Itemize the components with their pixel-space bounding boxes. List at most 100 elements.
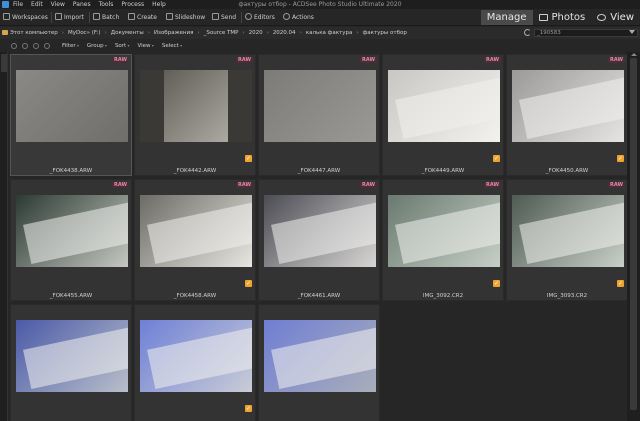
file-name: _FOK4442.ARW bbox=[173, 168, 217, 174]
tagged-checkbox[interactable]: ✓ bbox=[617, 155, 624, 162]
breadcrumb-item[interactable]: фактуры отбор bbox=[363, 27, 407, 39]
breadcrumb-item[interactable]: Этот компьютер bbox=[10, 27, 58, 39]
slideshow-label: Slideshow bbox=[175, 14, 206, 21]
breadcrumb-item[interactable]: Изображения bbox=[154, 27, 193, 39]
menu-list: File Edit View Panes Tools Process Help bbox=[13, 0, 166, 9]
menu-item-process[interactable]: Process bbox=[121, 0, 144, 9]
menu-item-tools[interactable]: Tools bbox=[99, 0, 114, 9]
view-mode-button[interactable]: View bbox=[591, 10, 640, 25]
raw-badge: RAW bbox=[111, 182, 129, 188]
menu-item-help[interactable]: Help bbox=[152, 0, 166, 9]
tagged-checkbox[interactable]: ✓ bbox=[245, 155, 252, 162]
thumbnail-item[interactable]: RAW ✓ IMG_3093.CR2 bbox=[506, 179, 628, 301]
eye-icon bbox=[597, 14, 607, 21]
actions-button[interactable]: Actions bbox=[283, 13, 314, 22]
menu-item-view[interactable]: View bbox=[51, 0, 65, 9]
quick-search-input[interactable] bbox=[534, 29, 638, 37]
import-button[interactable]: Import bbox=[55, 13, 84, 22]
workspaces-button[interactable]: Workspaces bbox=[3, 13, 48, 22]
slideshow-button[interactable]: Slideshow bbox=[166, 13, 205, 22]
thumbnail-item[interactable]: RAW _FOK4438.ARW bbox=[10, 54, 132, 176]
send-label: Send bbox=[221, 14, 237, 21]
tagged-checkbox[interactable]: ✓ bbox=[245, 280, 252, 287]
tagged-checkbox[interactable]: ✓ bbox=[617, 280, 624, 287]
tagged-checkbox[interactable]: ✓ bbox=[493, 155, 500, 162]
thumbnail-image bbox=[264, 70, 376, 142]
back-icon[interactable] bbox=[22, 43, 28, 49]
filter-bar: Filter Group Sort View Select bbox=[0, 40, 640, 52]
scrollbar-thumb[interactable] bbox=[630, 58, 637, 410]
thumbnail-item[interactable] bbox=[10, 304, 132, 421]
folders-tab[interactable] bbox=[1, 54, 7, 72]
file-name: _FOK4447.ARW bbox=[297, 168, 341, 174]
toolbar-divider bbox=[51, 12, 52, 23]
thumbnail-image bbox=[512, 195, 624, 267]
file-name: _FOK4450.ARW bbox=[545, 168, 589, 174]
batch-button[interactable]: Batch bbox=[93, 13, 119, 22]
breadcrumb-item[interactable]: калька фактура bbox=[306, 27, 353, 39]
actions-label: Actions bbox=[292, 14, 314, 21]
thumbnail-item[interactable]: RAW _FOK4447.ARW bbox=[258, 54, 380, 176]
send-icon bbox=[212, 13, 219, 20]
thumbnail-item[interactable]: RAW ✓ _FOK4458.ARW bbox=[134, 179, 256, 301]
create-icon bbox=[128, 13, 135, 20]
left-pane-strip bbox=[0, 52, 8, 421]
thumbnail-item[interactable] bbox=[258, 304, 380, 421]
window-frame-shape bbox=[140, 70, 164, 142]
group-dropdown[interactable]: Group bbox=[87, 40, 107, 52]
tagged-checkbox[interactable]: ✓ bbox=[493, 280, 500, 287]
thumbnail-image bbox=[264, 320, 376, 392]
sort-dropdown[interactable]: Sort bbox=[115, 40, 130, 52]
toolbar-divider bbox=[89, 12, 90, 23]
manage-label: Manage bbox=[486, 12, 527, 23]
scroll-up-icon[interactable] bbox=[631, 53, 637, 56]
thumbnail-item[interactable]: RAW ✓ _FOK4449.ARW bbox=[382, 54, 504, 176]
file-list: RAW _FOK4438.ARW RAW ✓ _FOK4442.ARW RAW _FOK44… bbox=[9, 52, 628, 421]
menu-item-file[interactable]: File bbox=[13, 0, 23, 9]
raw-badge: RAW bbox=[483, 182, 501, 188]
workspaces-icon bbox=[3, 13, 10, 20]
create-button[interactable]: Create bbox=[128, 13, 157, 22]
file-name: IMG_3093.CR2 bbox=[546, 293, 588, 299]
breadcrumb-item[interactable]: 2020 bbox=[249, 27, 263, 39]
send-button[interactable]: Send bbox=[212, 13, 236, 22]
breadcrumb-item[interactable]: 2020.04 bbox=[273, 27, 296, 39]
breadcrumb-item[interactable]: Документы bbox=[111, 27, 144, 39]
thumbnail-image bbox=[140, 320, 252, 392]
filter-dropdown[interactable]: Filter bbox=[62, 40, 79, 52]
view-dropdown[interactable]: View bbox=[138, 40, 154, 52]
raw-badge: RAW bbox=[607, 182, 625, 188]
thumbnail-item[interactable]: RAW ✓ _FOK4450.ARW bbox=[506, 54, 628, 176]
menu-item-panes[interactable]: Panes bbox=[73, 0, 91, 9]
thumbnail-item[interactable]: RAW ✓ _FOK4442.ARW bbox=[134, 54, 256, 176]
thumbnail-item[interactable]: RAW ✓ IMG_3092.CR2 bbox=[382, 179, 504, 301]
vertical-scrollbar[interactable] bbox=[627, 52, 640, 421]
breadcrumb-item[interactable]: MyDoc» (F:) bbox=[68, 27, 101, 39]
chevron-down-icon[interactable] bbox=[629, 30, 635, 34]
raw-badge: RAW bbox=[607, 57, 625, 63]
breadcrumb-item[interactable]: _Source TMP bbox=[204, 27, 239, 39]
create-label: Create bbox=[137, 14, 157, 21]
batch-label: Batch bbox=[102, 14, 120, 21]
refresh-icon[interactable] bbox=[524, 29, 531, 36]
chevron-right-icon: › bbox=[197, 30, 200, 36]
file-name: _FOK4461.ARW bbox=[297, 293, 341, 299]
up-icon[interactable] bbox=[44, 43, 50, 49]
thumbnail-item[interactable]: ✓ bbox=[134, 304, 256, 421]
paper-fold-shape bbox=[395, 202, 500, 264]
menu-item-edit[interactable]: Edit bbox=[31, 0, 43, 9]
thumbnail-item[interactable]: RAW _FOK4461.ARW bbox=[258, 179, 380, 301]
tagged-checkbox[interactable]: ✓ bbox=[245, 405, 252, 412]
photos-mode-button[interactable]: Photos bbox=[533, 10, 592, 25]
file-name: _FOK4458.ARW bbox=[173, 293, 217, 299]
home-icon[interactable] bbox=[11, 43, 17, 49]
manage-mode-button[interactable]: Manage bbox=[480, 10, 533, 25]
forward-icon[interactable] bbox=[33, 43, 39, 49]
select-dropdown[interactable]: Select bbox=[162, 40, 182, 52]
editors-button[interactable]: Editors bbox=[245, 13, 275, 22]
mode-switcher: Manage Photos View bbox=[480, 10, 640, 25]
app-logo-icon bbox=[2, 1, 9, 8]
thumbnail-image bbox=[512, 70, 624, 142]
thumbnail-image bbox=[140, 195, 252, 267]
thumbnail-item[interactable]: RAW _FOK4455.ARW bbox=[10, 179, 132, 301]
